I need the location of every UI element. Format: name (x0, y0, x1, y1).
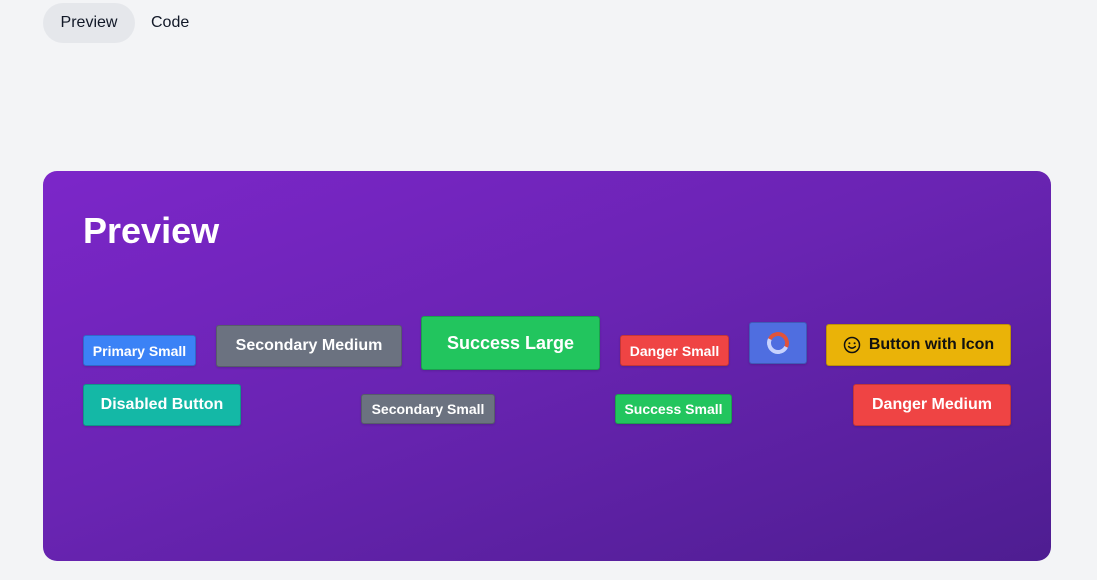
loading-button[interactable] (749, 322, 807, 364)
success-large-button[interactable]: Success Large (421, 316, 600, 370)
danger-medium-label: Danger Medium (871, 396, 992, 413)
disabled-button[interactable]: Disabled Button (83, 384, 241, 426)
smile-icon (843, 336, 861, 354)
primary-small-label: Primary Small (92, 342, 187, 359)
danger-medium-button[interactable]: Danger Medium (853, 384, 1011, 426)
success-small-button[interactable]: Success Small (615, 394, 732, 424)
danger-small-label: Danger Small (629, 342, 720, 359)
secondary-small-button[interactable]: Secondary Small (361, 394, 495, 424)
spinner-icon (763, 328, 793, 358)
primary-small-button[interactable]: Primary Small (83, 335, 196, 366)
success-small-label: Success Small (624, 401, 723, 417)
success-large-label: Success Large (446, 332, 575, 353)
secondary-small-label: Secondary Small (371, 401, 485, 417)
tab-preview[interactable]: Preview (43, 3, 135, 43)
tab-code[interactable]: Code (135, 3, 205, 43)
card-title: Preview (83, 210, 220, 251)
preview-card: Preview Primary Small Secondary Medium S… (43, 171, 1051, 561)
view-tabs: Preview Code (43, 3, 205, 43)
disabled-button-label: Disabled Button (100, 396, 224, 413)
danger-small-button[interactable]: Danger Small (620, 335, 729, 366)
secondary-medium-label: Secondary Medium (235, 337, 383, 354)
icon-button[interactable]: Button with Icon (826, 324, 1011, 366)
icon-button-label: Button with Icon (868, 336, 995, 353)
secondary-medium-button[interactable]: Secondary Medium (216, 325, 402, 367)
